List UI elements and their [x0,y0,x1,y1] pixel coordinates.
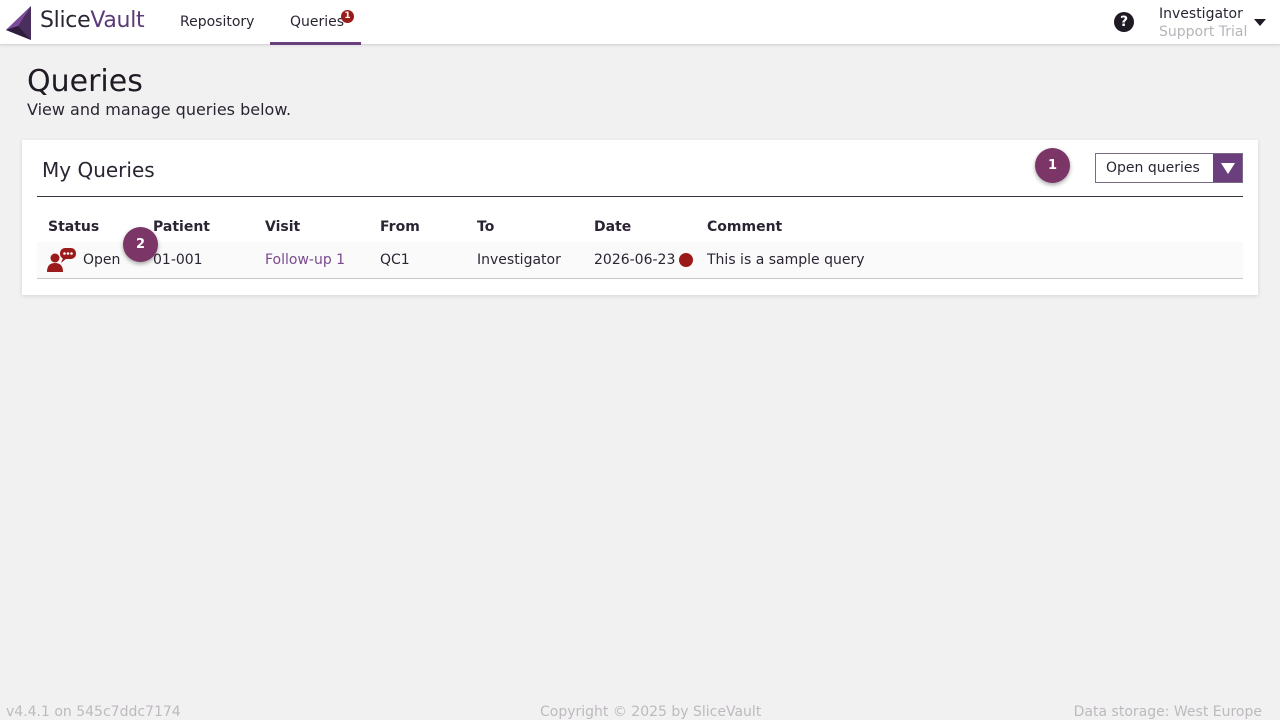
row-comment: This is a sample query [707,252,865,268]
help-icon[interactable]: ? [1114,12,1134,32]
row-visit-link[interactable]: Follow-up 1 [265,252,345,268]
column-header-from[interactable]: From [380,219,420,235]
card-title: My Queries [42,158,155,182]
my-queries-card: My Queries 1 Open queries Status Patient… [22,140,1258,295]
dropdown-toggle-button[interactable] [1213,154,1242,182]
column-header-patient[interactable]: Patient [153,219,210,235]
step-marker-1: 1 [1035,148,1070,183]
row-from: QC1 [380,252,410,268]
query-filter-select[interactable]: Open queries [1095,153,1243,183]
priority-dot-icon [679,253,693,267]
table-row[interactable]: Open 01-001 Follow-up 1 QC1 Investigator… [37,242,1243,279]
slicevault-logo-icon[interactable] [4,4,34,42]
top-navigation-bar: SliceVault Repository Queries 1 ? Invest… [0,0,1280,45]
footer-data-storage: Data storage: West Europe [1073,704,1262,720]
row-patient: 01-001 [153,252,203,268]
brand-name[interactable]: SliceVault [40,8,145,33]
footer-copyright: Copyright © 2025 by SliceVault [540,704,762,720]
nav-repository[interactable]: Repository [180,14,254,30]
column-header-status[interactable]: Status [48,219,99,235]
open-query-icon [47,248,76,272]
active-tab-indicator [270,42,361,45]
row-to: Investigator [477,252,561,268]
queries-count-badge: 1 [341,10,354,23]
caret-down-icon [1221,163,1235,174]
column-header-date[interactable]: Date [594,219,631,235]
user-trial-name[interactable]: Support Trial [1159,24,1247,40]
page-subtitle: View and manage queries below. [27,100,292,119]
user-menu-chevron-down-icon[interactable] [1254,19,1266,26]
column-header-comment[interactable]: Comment [707,219,782,235]
nav-queries[interactable]: Queries [290,14,344,30]
divider [37,196,1243,197]
column-header-to[interactable]: To [477,219,494,235]
user-name[interactable]: Investigator [1159,6,1243,22]
step-marker-2: 2 [123,227,158,262]
row-date: 2026-06-23 [594,252,676,268]
row-status: Open [83,252,121,268]
query-filter-value: Open queries [1106,160,1200,176]
column-header-visit[interactable]: Visit [265,219,300,235]
footer-version: v4.4.1 on 545c7ddc7174 [6,704,181,720]
page-title: Queries [27,64,143,99]
